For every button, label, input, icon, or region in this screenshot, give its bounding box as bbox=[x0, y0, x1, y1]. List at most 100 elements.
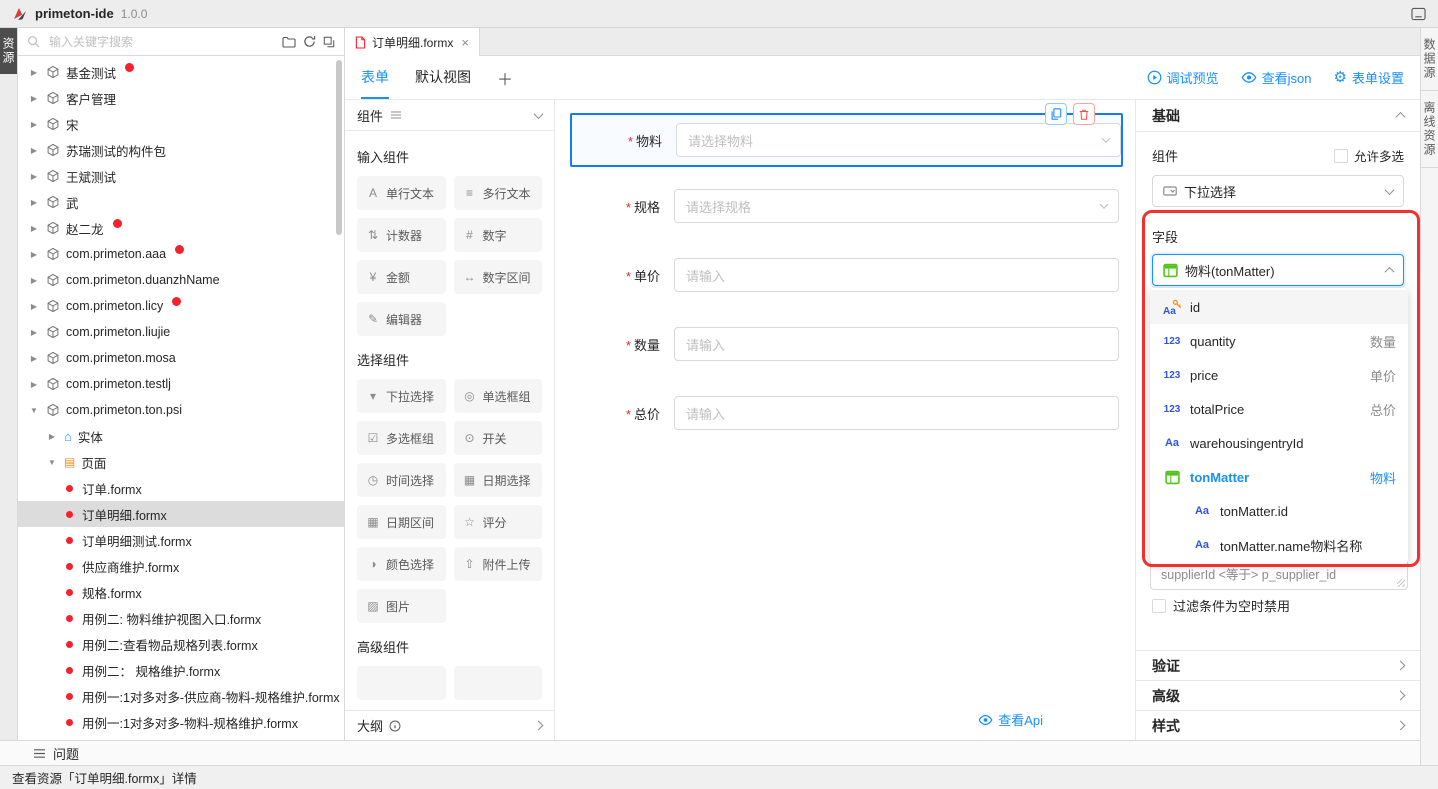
checkbox-icon[interactable] bbox=[1152, 599, 1166, 613]
form-field-row[interactable]: *规格 请选择规格 bbox=[570, 189, 1123, 223]
tree-item[interactable]: 规格.formx bbox=[18, 579, 344, 605]
rail-tab-0[interactable]: 数据源 bbox=[1421, 28, 1438, 91]
field-control[interactable]: 请输入 bbox=[674, 258, 1119, 292]
delete-field-button[interactable] bbox=[1073, 103, 1095, 125]
tree-item[interactable]: 订单明细测试.formx bbox=[18, 527, 344, 553]
field-option[interactable]: Aa warehousingentryId bbox=[1150, 426, 1408, 460]
expand-arrow-icon[interactable]: ▶ bbox=[28, 198, 40, 207]
tree-item[interactable]: ▶ com.primeton.duanzhName bbox=[18, 267, 344, 293]
selected-field-wrapper[interactable]: *物料 请选择物料 bbox=[570, 113, 1123, 167]
expand-arrow-icon[interactable]: ▼ bbox=[46, 458, 58, 467]
folder-icon[interactable] bbox=[282, 36, 296, 48]
tree-item[interactable]: ▶ com.primeton.liujie bbox=[18, 319, 344, 345]
tree-item[interactable]: 用例二:查看物品规格列表.formx bbox=[18, 631, 344, 657]
expand-arrow-icon[interactable]: ▶ bbox=[28, 302, 40, 311]
tree-item[interactable]: 用例一:1对多对多-物料-规格维护.formx bbox=[18, 709, 344, 735]
component-item[interactable]: ¥ 金额 bbox=[357, 260, 446, 294]
component-item[interactable] bbox=[357, 666, 446, 700]
props-section-高级[interactable]: 高级 bbox=[1136, 680, 1420, 710]
tree-item[interactable]: 订单明细.formx bbox=[18, 501, 344, 527]
refresh-icon[interactable] bbox=[303, 35, 316, 48]
field-option[interactable]: Aa tonMatter.id bbox=[1150, 494, 1408, 528]
tree-item[interactable]: 用例二: 物料维护视图入口.formx bbox=[18, 605, 344, 631]
props-section-验证[interactable]: 验证 bbox=[1136, 650, 1420, 680]
expand-arrow-icon[interactable]: ▶ bbox=[28, 354, 40, 363]
tree-item[interactable]: ▼ ▤ 页面 bbox=[18, 449, 344, 475]
component-item[interactable]: ☆ 评分 bbox=[454, 505, 543, 539]
component-item[interactable]: ↔ 数字区间 bbox=[454, 260, 543, 294]
collapse-all-icon[interactable] bbox=[323, 36, 335, 48]
tree-item[interactable]: ▶ 客户管理 bbox=[18, 85, 344, 111]
component-item[interactable]: A 单行文本 bbox=[357, 176, 446, 210]
form-field-row[interactable]: *单价 请输入 bbox=[570, 258, 1123, 292]
view-api-link[interactable]: 查看Api bbox=[978, 710, 1043, 729]
sidebar-scrollbar[interactable] bbox=[336, 60, 342, 235]
expand-arrow-icon[interactable]: ▼ bbox=[28, 406, 40, 415]
component-item[interactable]: ☑ 多选框组 bbox=[357, 421, 446, 455]
component-item[interactable]: ≡ 多行文本 bbox=[454, 176, 543, 210]
field-control[interactable]: 请输入 bbox=[674, 396, 1119, 430]
component-item[interactable]: ▨ 图片 bbox=[357, 589, 446, 623]
expand-arrow-icon[interactable]: ▶ bbox=[28, 172, 40, 181]
component-item[interactable]: ◎ 单选框组 bbox=[454, 379, 543, 413]
component-item[interactable]: ▦ 日期选择 bbox=[454, 463, 543, 497]
component-item[interactable]: ◷ 时间选择 bbox=[357, 463, 446, 497]
component-item[interactable]: ⇅ 计数器 bbox=[357, 218, 446, 252]
field-option[interactable]: Aa id bbox=[1150, 290, 1408, 324]
view-tab-default[interactable]: 默认视图 bbox=[415, 56, 471, 99]
allow-multiple-checkbox[interactable]: 允许多选 bbox=[1334, 146, 1404, 165]
field-option[interactable]: Aa tonMatter.name物料名称 bbox=[1150, 528, 1408, 562]
field-option[interactable]: tonMatter 物料 bbox=[1150, 460, 1408, 494]
tree-item[interactable]: ▶ com.primeton.aaa bbox=[18, 241, 344, 267]
form-field-row[interactable]: *物料 请选择物料 bbox=[572, 123, 1121, 157]
tree-item[interactable]: ▼ com.primeton.ton.psi bbox=[18, 397, 344, 423]
component-item[interactable]: ▾ 下拉选择 bbox=[357, 379, 446, 413]
component-item[interactable]: ◑ 颜色选择 bbox=[357, 547, 446, 581]
rail-tab-resources[interactable]: 资源 bbox=[0, 28, 17, 74]
filter-disable-checkbox[interactable]: 过滤条件为空时禁用 bbox=[1152, 596, 1290, 615]
expand-arrow-icon[interactable]: ▶ bbox=[46, 432, 58, 441]
tree-item[interactable]: ▶ com.primeton.testlj bbox=[18, 371, 344, 397]
tree-item[interactable]: 供应商维护.formx bbox=[18, 553, 344, 579]
problems-bar[interactable]: 问题 bbox=[0, 740, 1420, 765]
component-item[interactable]: ⊙ 开关 bbox=[454, 421, 543, 455]
tree-item[interactable]: ▶ ⌂ 实体 bbox=[18, 423, 344, 449]
form-canvas[interactable]: *物料 请选择物料 *规格 请选择规格 *单价 请输入 *数量 请输入 bbox=[555, 100, 1135, 740]
component-item[interactable]: ⇧ 附件上传 bbox=[454, 547, 543, 581]
tree-item[interactable]: 用例二： 规格维护.formx bbox=[18, 657, 344, 683]
view-tab-form[interactable]: 表单 bbox=[361, 56, 389, 99]
expand-arrow-icon[interactable]: ▶ bbox=[28, 146, 40, 155]
form-field-row[interactable]: *数量 请输入 bbox=[570, 327, 1123, 361]
view-json-button[interactable]: 查看json bbox=[1241, 68, 1312, 87]
expand-arrow-icon[interactable]: ▶ bbox=[28, 68, 40, 77]
rail-tab-1[interactable]: 离线资源 bbox=[1421, 91, 1438, 168]
outline-bar[interactable]: 大纲 bbox=[345, 710, 554, 740]
chevron-right-icon[interactable] bbox=[534, 721, 544, 731]
checkbox-icon[interactable] bbox=[1334, 149, 1348, 163]
copy-field-button[interactable] bbox=[1045, 103, 1067, 125]
debug-preview-button[interactable]: 调试预览 bbox=[1147, 68, 1219, 87]
expand-arrow-icon[interactable]: ▶ bbox=[28, 94, 40, 103]
field-control[interactable]: 请选择物料 bbox=[676, 123, 1121, 157]
basic-section-header[interactable]: 基础 bbox=[1136, 100, 1420, 132]
expand-arrow-icon[interactable]: ▶ bbox=[28, 224, 40, 233]
tree-item[interactable]: ▶ 武 bbox=[18, 189, 344, 215]
close-tab-icon[interactable]: × bbox=[461, 35, 469, 50]
form-settings-button[interactable]: ⚙ 表单设置 bbox=[1334, 68, 1404, 87]
tree-item[interactable]: ▶ 苏瑞测试的构件包 bbox=[18, 137, 344, 163]
expand-arrow-icon[interactable]: ▶ bbox=[28, 328, 40, 337]
editor-tab[interactable]: 订单明细.formx × bbox=[345, 28, 480, 56]
tree-item[interactable]: 用例一:1对多对多-供应商-物料-规格维护.formx bbox=[18, 683, 344, 709]
expand-arrow-icon[interactable]: ▶ bbox=[28, 380, 40, 389]
component-item[interactable]: # 数字 bbox=[454, 218, 543, 252]
expand-arrow-icon[interactable]: ▶ bbox=[28, 120, 40, 129]
field-select[interactable]: 物料(tonMatter) bbox=[1152, 254, 1404, 286]
tree-item[interactable]: ▶ com.primeton.licy bbox=[18, 293, 344, 319]
tree-item[interactable]: ▶ 王斌测试 bbox=[18, 163, 344, 189]
component-item[interactable]: ▦ 日期区间 bbox=[357, 505, 446, 539]
tree-item[interactable]: ▶ com.primeton.mosa bbox=[18, 345, 344, 371]
component-type-select[interactable]: 下拉选择 bbox=[1152, 175, 1404, 207]
form-field-row[interactable]: *总价 请输入 bbox=[570, 396, 1123, 430]
chevron-down-icon[interactable] bbox=[534, 109, 544, 119]
tree-item[interactable]: ▶ 宋 bbox=[18, 111, 344, 137]
